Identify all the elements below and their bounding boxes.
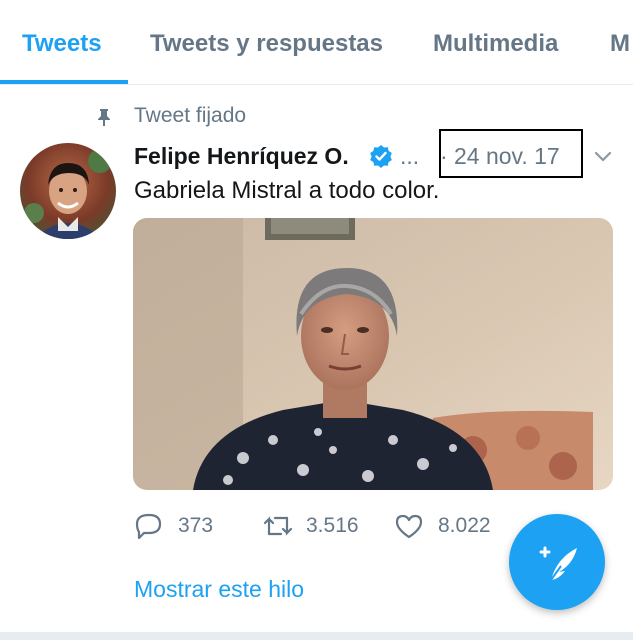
- reply-count: 373: [178, 514, 214, 537]
- retweet-count: 3.516: [306, 514, 359, 537]
- tab-tweets[interactable]: Tweets: [22, 30, 102, 58]
- tab-tweets-and-replies[interactable]: Tweets y respuestas: [150, 30, 383, 58]
- compose-tweet-button[interactable]: [509, 514, 605, 610]
- tab-likes[interactable]: M: [610, 30, 630, 58]
- chevron-down-icon[interactable]: [594, 151, 612, 163]
- author-handle-ellipsis: ...: [400, 143, 420, 169]
- tab-media[interactable]: Multimedia: [433, 30, 558, 58]
- heart-icon: [395, 514, 423, 539]
- avatar[interactable]: [20, 143, 116, 239]
- retweet-icon: [263, 516, 293, 536]
- tweet-date[interactable]: 24 nov. 17: [454, 143, 560, 170]
- pin-icon: [98, 109, 110, 126]
- verified-badge-icon: [370, 145, 392, 168]
- pinned-label-text: Tweet fijado: [134, 104, 247, 127]
- active-tab-indicator: [0, 80, 128, 84]
- author-name[interactable]: Felipe Henríquez O.: [134, 143, 349, 170]
- compose-feather-icon: [539, 546, 577, 581]
- profile-tabs: Tweets Tweets y respuestas Multimedia M: [0, 0, 633, 85]
- show-thread-link[interactable]: Mostrar este hilo: [134, 576, 304, 603]
- like-count: 8.022: [438, 514, 491, 537]
- tweet-photo[interactable]: [133, 218, 613, 490]
- bottom-divider: [0, 632, 633, 640]
- reply-icon: [135, 513, 162, 540]
- tweet-text: Gabriela Mistral a todo color.: [134, 177, 440, 204]
